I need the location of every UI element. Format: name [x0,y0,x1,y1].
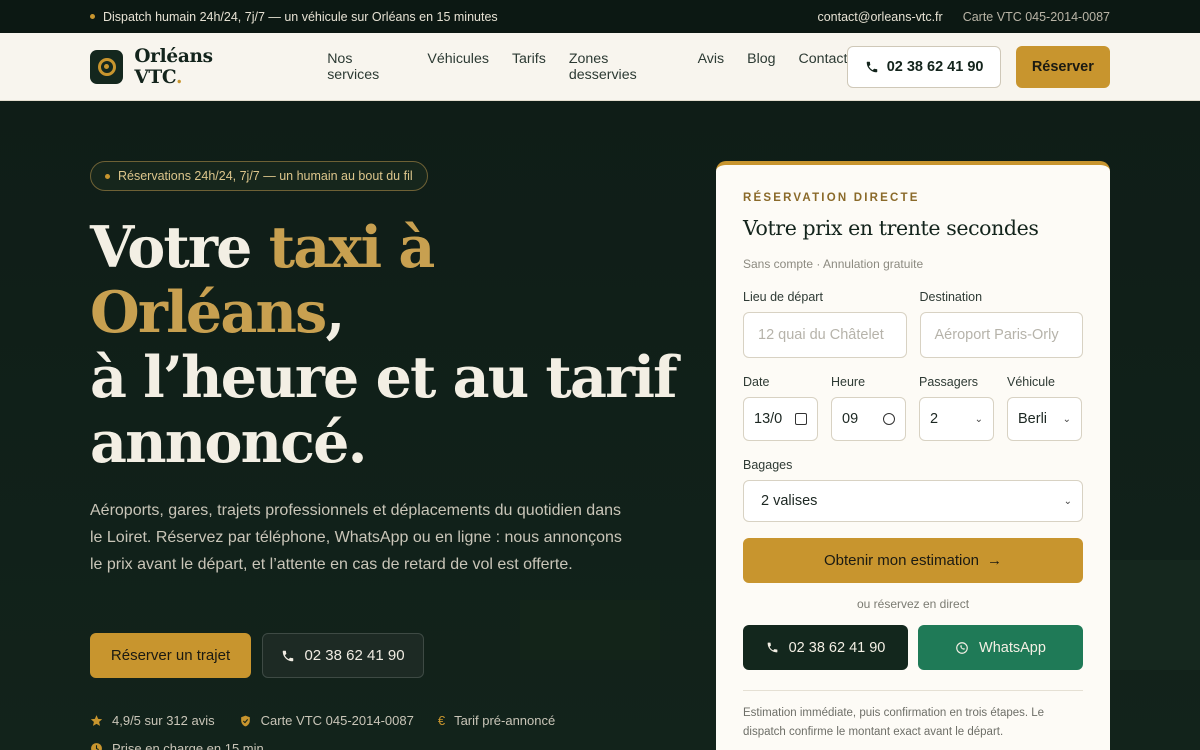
availability-badge: Réservations 24h/24, 7j/7 — un humain au… [90,161,428,191]
dispatch-text: Dispatch humain 24h/24, 7j/7 — un véhicu… [103,9,498,24]
calendar-icon[interactable] [795,413,807,425]
date-input[interactable]: 13/0 [743,397,818,441]
trust-item-rating: 4,9/5 sur 312 avis [90,713,215,728]
bullet-dot-icon [90,14,95,19]
destination-label: Destination [919,290,983,304]
availability-badge-text: Réservations 24h/24, 7j/7 — un humain au… [118,169,413,183]
whatsapp-button[interactable]: WhatsApp [918,625,1083,670]
booking-card: RÉSERVATION DIRECTE Votre prix en trente… [716,161,1110,750]
chevron-down-icon: ⌄ [1062,413,1071,425]
trust-license-text: Carte VTC 045-2014-0087 [260,713,414,728]
hero-headline: Votre taxi à Orléans, à l’heure et au ta… [90,215,690,475]
hero-phone-button[interactable]: 02 38 62 41 90 [262,633,424,678]
hero-description: Aéroports, gares, trajets professionnels… [90,502,622,573]
get-estimate-label: Obtenir mon estimation [823,552,980,569]
passengers-select[interactable]: 2 ⌄ [919,397,994,441]
luggage-select[interactable]: 2 valises ⌄ [743,480,1083,522]
nav-item-vehicules[interactable]: Véhicules [427,51,489,83]
trust-rating-text: 4,9/5 sur 312 avis [112,713,215,728]
date-value: 13/0 [754,411,783,427]
time-label: Heure [831,375,866,389]
trust-price-text: Tarif pré-annoncé [454,713,556,728]
departure-label: Lieu de départ [743,290,823,304]
time-input[interactable]: 09 [831,397,906,441]
booking-footer-note: Estimation immédiate, puis confirmation … [743,690,1083,742]
trust-item-license: Carte VTC 045-2014-0087 [239,713,414,728]
trust-indicators: 4,9/5 sur 312 avis Carte VTC 045-2014-00… [90,713,555,728]
hero-section: Réservations 24h/24, 7j/7 — un humain au… [0,101,1200,750]
shield-icon [240,715,250,726]
whatsapp-button-label: WhatsApp [979,639,1046,656]
luggage-value: 2 valises [761,493,818,509]
book-trip-button[interactable]: Réserver un trajet [90,633,251,678]
arrow-right-icon: → [987,552,1003,569]
passengers-value: 2 [930,411,939,427]
vehicle-value: Berli [1018,411,1048,427]
headline-part: Votre [90,214,269,281]
call-button-label: 02 38 62 41 90 [788,639,886,656]
contact-email-link[interactable]: contact@orleans-vtc.fr [817,10,942,24]
headline-line-3: à l’heure et au tarif [90,344,678,411]
date-label: Date [743,375,770,389]
header-phone-label: 02 38 62 41 90 [886,58,984,75]
phone-icon [866,61,877,72]
euro-icon: € [437,713,446,728]
trust-item-price: € Tarif pré-annoncé [438,713,555,728]
hero-phone-label: 02 38 62 41 90 [304,647,405,664]
direct-contact-buttons: 02 38 62 41 90 WhatsApp [743,625,1083,670]
phone-icon [767,642,777,653]
passengers-label: Passagers [919,375,979,389]
logo-mark-icon [90,49,124,84]
clock-icon[interactable] [883,413,895,425]
booking-title: Votre prix en trente secondes [743,216,1039,240]
headline-line-4: annoncé. [90,409,368,476]
main-nav: Nos services Véhicules Tarifs Zones dess… [327,51,847,83]
trust-pickup-text: Prise en charge en 15 min [112,741,264,750]
header-phone-button[interactable]: 02 38 62 41 90 [847,45,1001,88]
dispatch-info: Dispatch humain 24h/24, 7j/7 — un véhicu… [90,10,498,24]
brand-name: Orléans VTC. [134,45,213,88]
destination-input[interactable]: Aéroport Paris-Orly [919,312,1083,358]
or-divider-text: ou réservez en direct [856,597,970,611]
vtc-license-text: Carte VTC 045-2014-0087 [962,9,1110,24]
booking-eyebrow: RÉSERVATION DIRECTE [743,192,920,204]
vehicle-label: Véhicule [1007,375,1055,389]
booking-subtitle: Sans compte · Annulation gratuite [743,257,924,271]
trust-item-pickup: Prise en charge en 15 min [90,741,264,750]
headline-highlight-city: Orléans [90,279,327,346]
chevron-down-icon: ⌄ [974,413,983,425]
chevron-down-icon: ⌄ [1063,495,1072,507]
header-reserve-button[interactable]: Réserver [1015,45,1110,88]
nav-item-blog[interactable]: Blog [747,51,775,83]
vehicle-select[interactable]: Berli ⌄ [1007,397,1082,441]
site-header: Orléans VTC. Nos services Véhicules Tari… [0,33,1200,101]
get-estimate-button[interactable]: Obtenir mon estimation → [743,538,1083,583]
nav-item-services[interactable]: Nos services [327,51,404,83]
whatsapp-icon [956,641,968,654]
nav-item-tarifs[interactable]: Tarifs [512,51,546,83]
bullet-dot-icon [105,173,110,179]
background-decoration-2 [520,600,660,660]
nav-item-contact[interactable]: Contact [799,51,848,83]
luggage-label: Bagages [743,458,793,472]
phone-icon [283,650,294,661]
nav-item-zones[interactable]: Zones desservies [569,51,675,83]
headline-comma: , [325,279,345,346]
clock-icon [91,743,102,750]
brand-logo[interactable]: Orléans VTC. [90,46,264,88]
headline-highlight: taxi à [268,214,436,281]
top-info-bar: Dispatch humain 24h/24, 7j/7 — un véhicu… [0,0,1200,33]
departure-input[interactable]: 12 quai du Châtelet [743,312,907,358]
call-button[interactable]: 02 38 62 41 90 [743,625,908,670]
star-icon [90,715,103,726]
nav-item-avis[interactable]: Avis [698,51,725,83]
time-value: 09 [842,411,859,427]
